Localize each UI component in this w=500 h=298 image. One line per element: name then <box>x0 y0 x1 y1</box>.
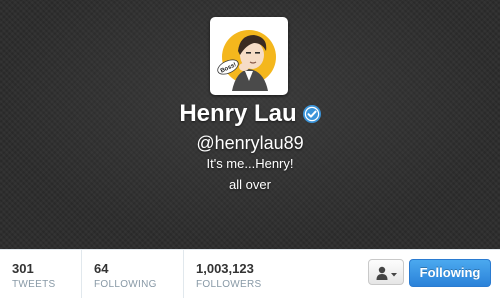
stat-following-value: 64 <box>94 261 109 276</box>
profile-bio: It's me...Henry! <box>206 156 294 171</box>
person-dropdown-icon <box>376 266 397 280</box>
stat-following-label: FOLLOWING <box>94 279 157 290</box>
stat-followers-label: FOLLOWERS <box>196 279 262 290</box>
user-actions-dropdown-button[interactable] <box>368 259 404 285</box>
profile-handle: @henrylau89 <box>196 133 304 153</box>
profile-name: Henry Lau <box>179 100 297 127</box>
following-button[interactable]: Following <box>409 259 491 287</box>
stats-divider <box>81 250 82 298</box>
stat-tweets-value: 301 <box>12 261 34 276</box>
profile-header: Boss! Henry Lau @henrylau89 It's me...He… <box>0 0 500 249</box>
stat-tweets-label: TWEETS <box>12 279 56 290</box>
profile-name-row: Henry Lau <box>0 100 500 128</box>
avatar[interactable]: Boss! <box>210 17 288 95</box>
profile-location: all over <box>229 177 271 192</box>
verified-badge-icon <box>302 105 321 123</box>
stat-followers-value: 1,003,123 <box>196 261 254 276</box>
stats-divider <box>183 250 184 298</box>
avatar-image: Boss! <box>214 21 284 91</box>
